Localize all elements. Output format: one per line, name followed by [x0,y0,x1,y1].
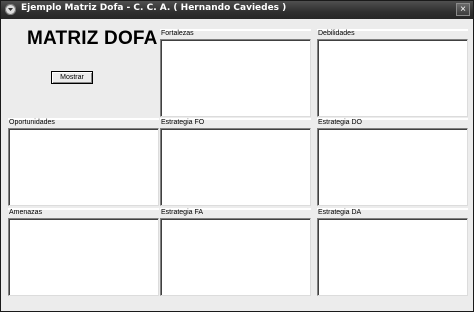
page-title: MATRIZ DOFA [27,28,158,49]
panel-oportunidades: Oportunidades [8,118,159,206]
amenazas-textarea[interactable] [8,218,159,296]
debilidades-textarea[interactable] [317,39,468,117]
panel-estrategia-do: Estrategia DO [317,118,468,206]
panel-estrategia-fo: Estrategia FO [160,118,311,206]
estrategia-fo-textarea[interactable] [160,128,311,206]
estrategia-da-label: Estrategia DA [317,208,468,217]
fortalezas-textarea[interactable] [160,39,311,117]
title-bar[interactable]: Ejemplo Matriz Dofa - C. C. A. ( Hernand… [1,1,473,19]
window-title: Ejemplo Matriz Dofa - C. C. A. ( Hernand… [21,3,287,13]
system-menu-icon[interactable] [5,4,16,15]
debilidades-label: Debilidades [317,29,468,38]
oportunidades-label: Oportunidades [8,118,159,127]
panel-amenazas: Amenazas [8,208,159,296]
client-area: MATRIZ DOFA Mostrar Fortalezas Debilidad… [5,23,471,309]
oportunidades-textarea[interactable] [8,128,159,206]
show-button[interactable]: Mostrar [51,71,93,84]
estrategia-do-textarea[interactable] [317,128,468,206]
close-button[interactable]: × [456,3,470,16]
app-window: Ejemplo Matriz Dofa - C. C. A. ( Hernand… [0,0,474,312]
estrategia-fa-label: Estrategia FA [160,208,311,217]
panel-estrategia-fa: Estrategia FA [160,208,311,296]
panel-fortalezas: Fortalezas [160,29,311,117]
estrategia-do-label: Estrategia DO [317,118,468,127]
estrategia-da-textarea[interactable] [317,218,468,296]
fortalezas-label: Fortalezas [160,29,311,38]
panel-estrategia-da: Estrategia DA [317,208,468,296]
estrategia-fo-label: Estrategia FO [160,118,311,127]
amenazas-label: Amenazas [8,208,159,217]
panel-debilidades: Debilidades [317,29,468,117]
estrategia-fa-textarea[interactable] [160,218,311,296]
